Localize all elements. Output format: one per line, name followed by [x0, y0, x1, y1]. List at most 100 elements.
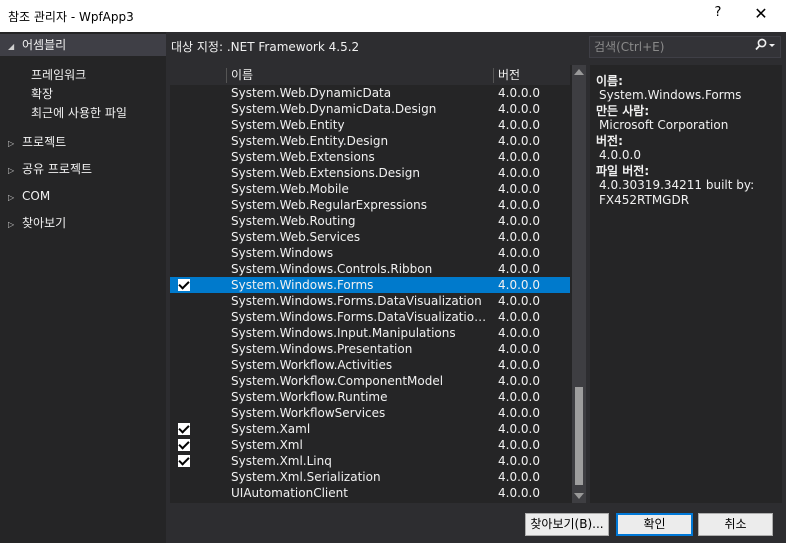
row-version: 4.0.0.0	[498, 246, 540, 260]
table-row[interactable]: System.Web.Entity.Design 4.0.0.0	[170, 133, 570, 149]
window-title: 참조 관리자 - WpfApp3	[8, 10, 134, 24]
scroll-thumb[interactable]	[575, 387, 583, 485]
row-name: System.Xml.Linq	[231, 454, 332, 468]
cancel-button[interactable]: 취소	[698, 513, 773, 536]
sidebar-item-recent[interactable]: 최근에 사용한 파일	[31, 104, 127, 122]
close-button[interactable]: ✕	[744, 4, 778, 28]
table-row[interactable]: System.Windows.Input.Manipulations 4.0.0.…	[170, 325, 570, 341]
row-version: 4.0.0.0	[498, 358, 540, 372]
table-row[interactable]: System.Xml.Linq 4.0.0.0	[170, 453, 570, 469]
browse-button[interactable]: 찾아보기(B)...	[525, 513, 609, 536]
row-version: 4.0.0.0	[498, 486, 540, 500]
column-header-version[interactable]: 버전	[498, 65, 520, 85]
target-label: 대상 지정:	[171, 40, 224, 54]
row-version: 4.0.0.0	[498, 406, 540, 420]
sidebar-item-label: 찾아보기	[22, 216, 67, 230]
row-version: 4.0.0.0	[498, 374, 540, 388]
row-version: 4.0.0.0	[498, 214, 540, 228]
table-row[interactable]: System.Workflow.ComponentModel 4.0.0.0	[170, 373, 570, 389]
table-row[interactable]: System.Web.Entity 4.0.0.0	[170, 117, 570, 133]
row-version: 4.0.0.0	[498, 134, 540, 148]
row-name: System.WorkflowServices	[231, 406, 386, 420]
detail-version-value: 4.0.0.0	[599, 148, 641, 162]
row-name: System.Windows	[231, 246, 334, 260]
sidebar-item-browse[interactable]: ▷ 찾아보기	[0, 212, 166, 234]
search-input[interactable]	[594, 39, 744, 55]
row-name: System.Web.Extensions	[231, 150, 375, 164]
row-version: 4.0.0.0	[498, 310, 540, 324]
table-row[interactable]: System.Windows.Forms.DataVisualization.D…	[170, 309, 570, 325]
row-name: System.Web.Extensions.Design	[231, 166, 420, 180]
row-name: System.Windows.Presentation	[231, 342, 413, 356]
table-row[interactable]: System.Xml.Serialization 4.0.0.0	[170, 469, 570, 485]
table-row[interactable]: System.Web.Services 4.0.0.0	[170, 229, 570, 245]
row-version: 4.0.0.0	[498, 198, 540, 212]
table-row[interactable]: UIAutomationClient 4.0.0.0	[170, 485, 570, 501]
table-row[interactable]: System.Windows.Forms.DataVisualization 4.…	[170, 293, 570, 309]
table-row[interactable]: System.Web.Extensions.Design 4.0.0.0	[170, 165, 570, 181]
list-header: 이름 버전	[170, 65, 570, 85]
target-value: .NET Framework 4.5.2	[226, 40, 360, 54]
row-name: System.Workflow.ComponentModel	[231, 374, 444, 388]
detail-name-label: 이름:	[596, 74, 623, 88]
table-row[interactable]: System.Web.Routing 4.0.0.0	[170, 213, 570, 229]
table-row[interactable]: System.Windows.Controls.Ribbon 4.0.0.0	[170, 261, 570, 277]
list-scrollbar[interactable]	[572, 65, 586, 503]
row-name: System.Web.RegularExpressions	[231, 198, 427, 212]
row-name: System.Windows.Controls.Ribbon	[231, 262, 433, 276]
table-row[interactable]: System.Xaml 4.0.0.0	[170, 421, 570, 437]
sidebar-item-assemblies[interactable]: ◢ 어셈블리	[0, 34, 166, 56]
sidebar-item-shared-projects[interactable]: ▷ 공유 프로젝트	[0, 158, 166, 180]
table-row[interactable]: System.Windows.Forms 4.0.0.0	[170, 277, 570, 293]
row-name: System.Web.Mobile	[231, 182, 349, 196]
sidebar-item-projects[interactable]: ▷ 프로젝트	[0, 131, 166, 153]
sidebar-item-extensions[interactable]: 확장	[31, 85, 53, 103]
row-name: System.Web.Entity.Design	[231, 134, 389, 148]
table-row[interactable]: System.Web.DynamicData 4.0.0.0	[170, 85, 570, 101]
table-row[interactable]: System.Web.RegularExpressions 4.0.0.0	[170, 197, 570, 213]
column-separator	[226, 68, 227, 83]
scroll-up-arrow-icon[interactable]	[574, 69, 584, 75]
row-name: System.Web.DynamicData	[231, 86, 392, 100]
detail-author-label: 만든 사람:	[596, 104, 650, 118]
checkbox-checked-icon[interactable]	[178, 279, 190, 291]
row-name: System.Xml	[231, 438, 303, 452]
collapsed-triangle-icon: ▷	[8, 139, 15, 148]
help-button[interactable]: ?	[704, 5, 732, 27]
detail-version-label: 버전:	[596, 134, 623, 148]
checkbox-checked-icon[interactable]	[178, 439, 190, 451]
row-name: System.Windows.Input.Manipulations	[231, 326, 456, 340]
row-version: 4.0.0.0	[498, 326, 540, 340]
sidebar-item-com[interactable]: ▷ COM	[0, 185, 166, 207]
row-version: 4.0.0.0	[498, 150, 540, 164]
table-row[interactable]: System.Xml 4.0.0.0	[170, 437, 570, 453]
column-header-name[interactable]: 이름	[231, 65, 253, 85]
collapsed-triangle-icon: ▷	[8, 220, 15, 229]
detail-file-version-value-2: FX452RTMGDR	[599, 193, 690, 207]
search-box[interactable]	[589, 36, 781, 58]
category-sidebar: ◢ 어셈블리 프레임워크 확장 최근에 사용한 파일 ▷ 프로젝트 ▷ 공유 프로젝트…	[0, 32, 166, 543]
detail-name-value: System.Windows.Forms	[599, 88, 742, 102]
checkbox-checked-icon[interactable]	[178, 455, 190, 467]
table-row[interactable]: System.Web.DynamicData.Design 4.0.0.0	[170, 101, 570, 117]
sidebar-item-framework[interactable]: 프레임워크	[31, 66, 86, 84]
row-name: System.Xaml	[231, 422, 311, 436]
checkbox-checked-icon[interactable]	[178, 423, 190, 435]
target-framework-bar: 대상 지정: .NET Framework 4.5.2	[166, 32, 588, 62]
ok-button[interactable]: 확인	[616, 513, 693, 536]
sidebar-item-label: COM	[22, 189, 51, 203]
table-row[interactable]: System.Web.Mobile 4.0.0.0	[170, 181, 570, 197]
table-row[interactable]: System.Windows.Presentation 4.0.0.0	[170, 341, 570, 357]
row-name: System.Windows.Forms.DataVisualization.D…	[231, 310, 489, 324]
table-row[interactable]: System.WorkflowServices 4.0.0.0	[170, 405, 570, 421]
table-row[interactable]: System.Workflow.Runtime 4.0.0.0	[170, 389, 570, 405]
table-row[interactable]: System.Windows 4.0.0.0	[170, 245, 570, 261]
table-row[interactable]: System.Workflow.Activities 4.0.0.0	[170, 357, 570, 373]
row-version: 4.0.0.0	[498, 438, 540, 452]
row-version: 4.0.0.0	[498, 342, 540, 356]
table-row[interactable]: System.Web.Extensions 4.0.0.0	[170, 149, 570, 165]
search-icon[interactable]	[750, 38, 780, 56]
row-version: 4.0.0.0	[498, 278, 540, 292]
scroll-down-arrow-icon[interactable]	[574, 493, 584, 499]
sidebar-item-label: 어셈블리	[22, 38, 67, 52]
